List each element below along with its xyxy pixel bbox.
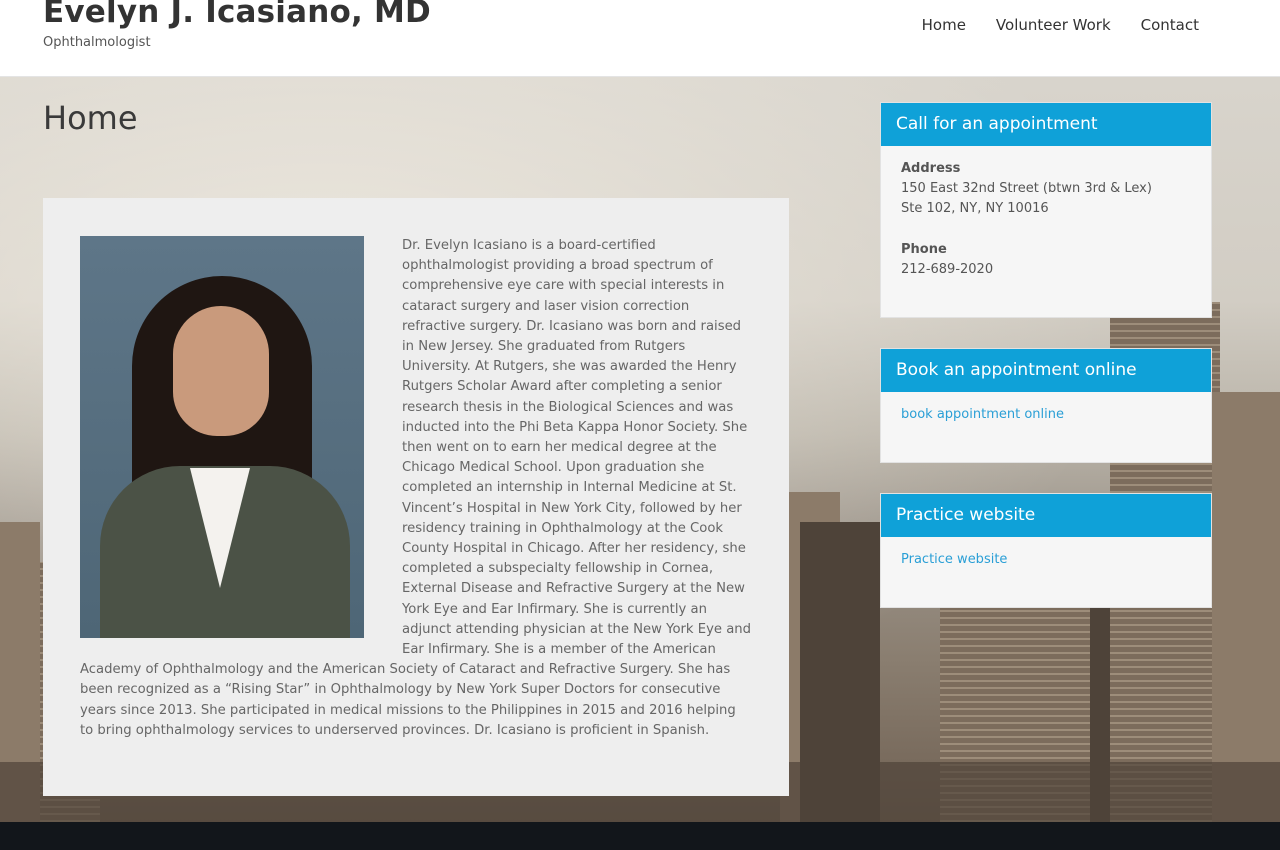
- address-line-2: Ste 102, NY, NY 10016: [901, 201, 1049, 217]
- doctor-portrait-image: [80, 236, 364, 638]
- main-nav: Home Volunteer Work Contact: [922, 16, 1199, 34]
- nav-item-volunteer-work[interactable]: Volunteer Work: [996, 16, 1111, 34]
- book-appointment-link[interactable]: book appointment online: [901, 407, 1064, 422]
- widget-title: Book an appointment online: [881, 349, 1211, 392]
- widget-body: Practice website: [881, 537, 1211, 570]
- site-tagline: Ophthalmologist: [43, 35, 151, 50]
- nav-item-contact[interactable]: Contact: [1141, 16, 1199, 34]
- widget-body: Address 150 East 32nd Street (btwn 3rd &…: [881, 146, 1211, 280]
- content-card: Dr. Evelyn Icasiano is a board-certified…: [43, 198, 789, 796]
- practice-website-link[interactable]: Practice website: [901, 552, 1007, 567]
- building: [1212, 392, 1280, 822]
- book-online-widget: Book an appointment online book appointm…: [880, 348, 1212, 463]
- nav-item-home[interactable]: Home: [922, 16, 966, 34]
- appointment-widget: Call for an appointment Address 150 East…: [880, 102, 1212, 318]
- page-title: Home: [43, 99, 138, 137]
- address-label: Address: [901, 161, 961, 176]
- widget-body: book appointment online: [881, 392, 1211, 425]
- site-header: Evelyn J. Icasiano, MD Ophthalmologist H…: [0, 0, 1280, 77]
- site-title[interactable]: Evelyn J. Icasiano, MD: [43, 0, 431, 30]
- site-footer: [0, 822, 1280, 850]
- portrait-face: [173, 306, 269, 436]
- widget-title: Call for an appointment: [881, 103, 1211, 146]
- phone-label: Phone: [901, 241, 947, 257]
- address-line-1: 150 East 32nd Street (btwn 3rd & Lex): [901, 181, 1152, 197]
- phone-number: 212-689-2020: [901, 261, 994, 277]
- practice-website-widget: Practice website Practice website: [880, 493, 1212, 608]
- widget-title: Practice website: [881, 494, 1211, 537]
